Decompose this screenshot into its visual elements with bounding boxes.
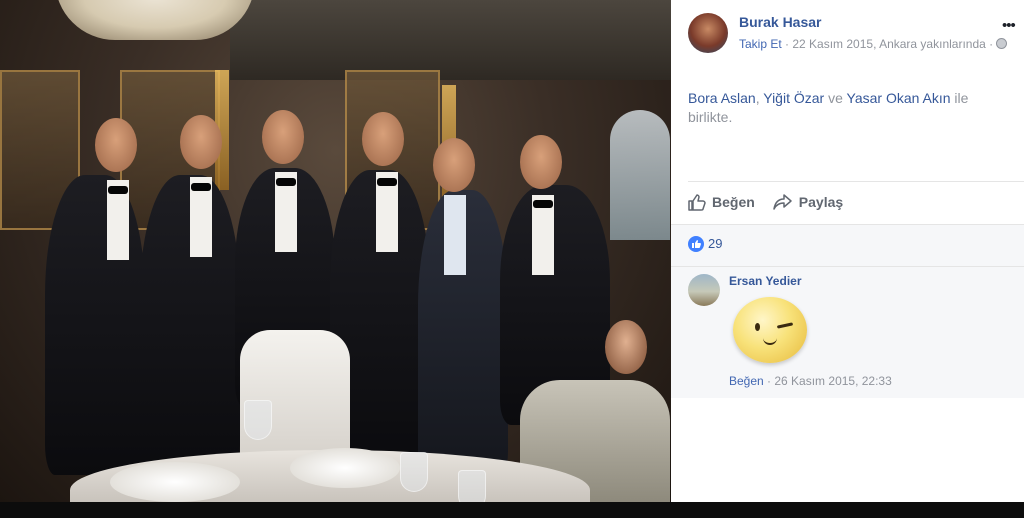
plate (290, 448, 400, 488)
commenter-name[interactable]: Ersan Yedier (729, 274, 802, 288)
bow-tie (533, 200, 553, 208)
like-button[interactable]: Beğen (688, 190, 755, 214)
post-date[interactable]: · 22 Kasım 2015, Ankara yakınlarında · (782, 37, 997, 51)
comment-meta: Beğen · 26 Kasım 2015, 22:33 (729, 374, 892, 388)
comment-like-link[interactable]: Beğen (729, 374, 764, 388)
person-head (362, 112, 404, 166)
author-avatar[interactable] (688, 13, 728, 53)
person (45, 175, 145, 475)
share-label: Paylaş (798, 194, 844, 210)
sticker-mouth (763, 337, 777, 345)
bow-tie (377, 178, 397, 186)
share-button[interactable]: Paylaş (773, 190, 843, 214)
wine-glass (244, 400, 272, 440)
bottom-strip (0, 502, 1024, 518)
bow-tie (108, 186, 128, 194)
thumbs-up-icon (688, 194, 706, 211)
bow-tie (276, 178, 296, 186)
post-photo[interactable] (0, 0, 671, 502)
wine-glass (458, 470, 486, 502)
person-head (95, 118, 137, 172)
tagged-user-link[interactable]: Bora Aslan (688, 90, 756, 106)
bow-tie (191, 183, 211, 191)
like-reaction-icon[interactable] (688, 236, 704, 252)
like-label: Beğen (712, 194, 755, 210)
ceiling (230, 0, 671, 80)
divider (688, 181, 1024, 182)
sticker-eye (755, 323, 760, 331)
globe-icon[interactable] (996, 38, 1008, 49)
sticker-wink (776, 322, 794, 329)
text-separator: ve (824, 90, 847, 106)
doorway (610, 110, 670, 240)
author-name[interactable]: Burak Hasar (739, 14, 822, 30)
like-count[interactable]: 29 (708, 236, 722, 251)
more-icon[interactable]: ••• (1002, 18, 1016, 33)
post-sidebar: Burak Hasar ••• Takip Et · 22 Kasım 2015… (671, 0, 1024, 502)
person-head (605, 320, 647, 374)
person-head (433, 138, 475, 192)
plate (110, 462, 240, 502)
post-actions: Beğen Paylaş (688, 190, 861, 214)
wine-glass (400, 452, 428, 492)
commenter-avatar[interactable] (688, 274, 720, 306)
person-head (262, 110, 304, 164)
follow-link[interactable]: Takip Et (739, 37, 782, 51)
share-arrow-icon (773, 194, 792, 210)
shirt (444, 195, 466, 275)
sidebar-empty (671, 398, 1024, 502)
chandelier (55, 0, 255, 40)
tagged-user-link[interactable]: Yiğit Özar (763, 90, 824, 106)
person-head (180, 115, 222, 169)
wink-sticker (733, 297, 807, 363)
post-meta: Takip Et · 22 Kasım 2015, Ankara yakınla… (739, 36, 1021, 52)
reactions-bar: 29 (671, 224, 1024, 266)
tagged-user-link[interactable]: Yasar Okan Akın (847, 90, 951, 106)
post-text: Bora Aslan, Yiğit Özar ve Yasar Okan Akı… (688, 89, 1008, 127)
comment: Ersan Yedier Beğen · 26 Kasım 2015, 22:3… (671, 266, 1024, 398)
photo-viewer: Burak Hasar ••• Takip Et · 22 Kasım 2015… (0, 0, 1024, 518)
comment-timestamp[interactable]: · 26 Kasım 2015, 22:33 (764, 374, 892, 388)
person-head (520, 135, 562, 189)
